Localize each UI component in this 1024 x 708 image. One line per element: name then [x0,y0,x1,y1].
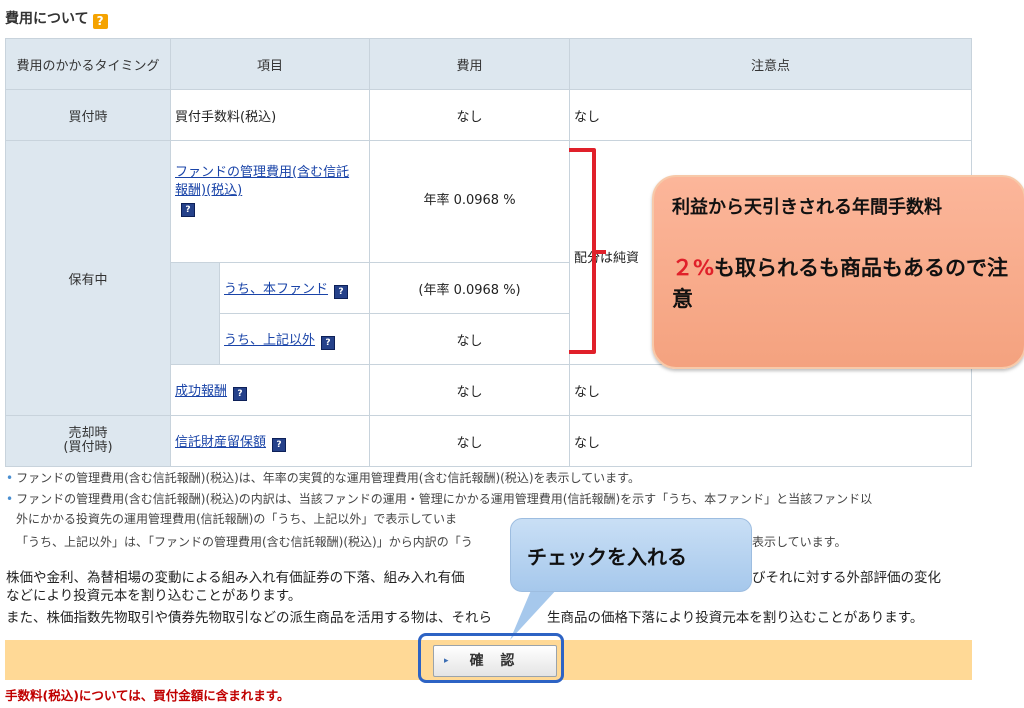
risk-line-3-right: 生商品の価格下落により投資元本を割り込むことがあります。 [547,610,924,626]
help-icon[interactable]: ? [233,386,248,401]
callout-title: 利益から天引きされる年間手数料 [672,197,942,218]
callout-percent: ２% [672,256,715,280]
cost-cell: なし [369,89,570,141]
risk-line-1-right: びそれに対する外部評価の変化 [752,570,941,586]
cost-cell: なし [369,415,570,467]
table-header-row: 費用のかかるタイミング 項目 費用 注意点 [5,38,972,90]
custody-fee-link[interactable]: 信託財産留保額 [175,435,266,450]
risk-line-2: などにより投資元本を割り込むことがあります。 [6,588,302,604]
red-bracket-icon [569,148,606,354]
item-cell: 成功報酬? [170,364,370,416]
bullet-icon: • [6,471,14,485]
note-cell: なし [569,415,972,467]
header-item: 項目 [170,38,370,90]
help-icon[interactable]: ? [321,335,336,350]
performance-fee-link[interactable]: 成功報酬 [175,384,227,399]
check-callout-text: チェックを入れる [527,545,687,569]
main-fund-link[interactable]: うち、本ファンド [224,282,328,297]
note-2c-right: 表示しています。 [752,535,847,549]
risk-line-1-left: 株価や金利、為替相場の変動による組み入れ有価証券の下落、組み入れ有価 [6,570,465,586]
table-row: 買付時 買付手数料(税込) なし なし [5,89,972,141]
button-highlight-frame [418,633,564,683]
note-2b: 外にかかる投資先の運用管理費用(信託報酬)の「うち、上記以外」で表示していま [16,512,458,526]
header-timing: 費用のかかるタイミング [5,38,171,90]
help-icon[interactable]: ? [334,284,349,299]
note-1: • ファンドの管理費用(含む信託報酬)(税込)は、年率の実質的な運用管理費用(含む… [6,471,640,485]
help-icon[interactable]: ? [92,14,108,29]
note-cell: なし [569,89,972,141]
indent-cell [170,262,220,365]
header-notes: 注意点 [569,38,972,90]
item-cell: 信託財産留保額? [170,415,370,467]
help-icon[interactable]: ? [272,437,287,452]
item-cell: うち、本ファンド? [219,262,370,314]
mgmt-fee-link[interactable]: ファンドの管理費用(含む信託報酬)(税込) [175,164,360,200]
callout-annotation: 利益から天引きされる年間手数料 ２%も取られるも商品もあるので注意 [652,175,1024,369]
page-title: 費用について? [5,8,108,29]
table-row: 売却時 (買付時) 信託財産留保額? なし なし [5,415,972,467]
item-cell: ファンドの管理費用(含む信託報酬)(税込)? [170,140,370,263]
bullet-icon: • [6,492,14,506]
check-callout: チェックを入れる [510,518,752,592]
other-link[interactable]: うち、上記以外 [224,333,315,348]
timing-cell: 買付時 [5,89,171,141]
timing-cell: 売却時 (買付時) [5,415,171,467]
fee-note: 手数料(税込)については、買付金額に含まれます。 [5,688,290,703]
timing-cell: 保有中 [5,140,171,416]
note-cell: なし [569,364,972,416]
callout-body: ２%も取られるも商品もあるので注意 [672,256,1009,311]
help-icon[interactable]: ? [181,203,195,217]
cost-cell: なし [369,364,570,416]
note-2a: • ファンドの管理費用(含む信託報酬)(税込)の内訳は、当該ファンドの運用・管理に… [6,492,873,506]
risk-line-3-left: また、株価指数先物取引や債券先物取引などの派生商品を活用する物は、それら [6,610,492,626]
cost-cell: (年率 0.0968 %) [369,262,570,314]
cost-cell: 年率 0.0968 % [369,140,570,263]
note-2c-left: 「うち、上記以外」は、「ファンドの管理費用(含む信託報酬)(税込)」から内訳の「… [16,535,473,549]
cost-cell: なし [369,313,570,365]
header-cost: 費用 [369,38,570,90]
item-cell: うち、上記以外? [219,313,370,365]
item-cell: 買付手数料(税込) [170,89,370,141]
